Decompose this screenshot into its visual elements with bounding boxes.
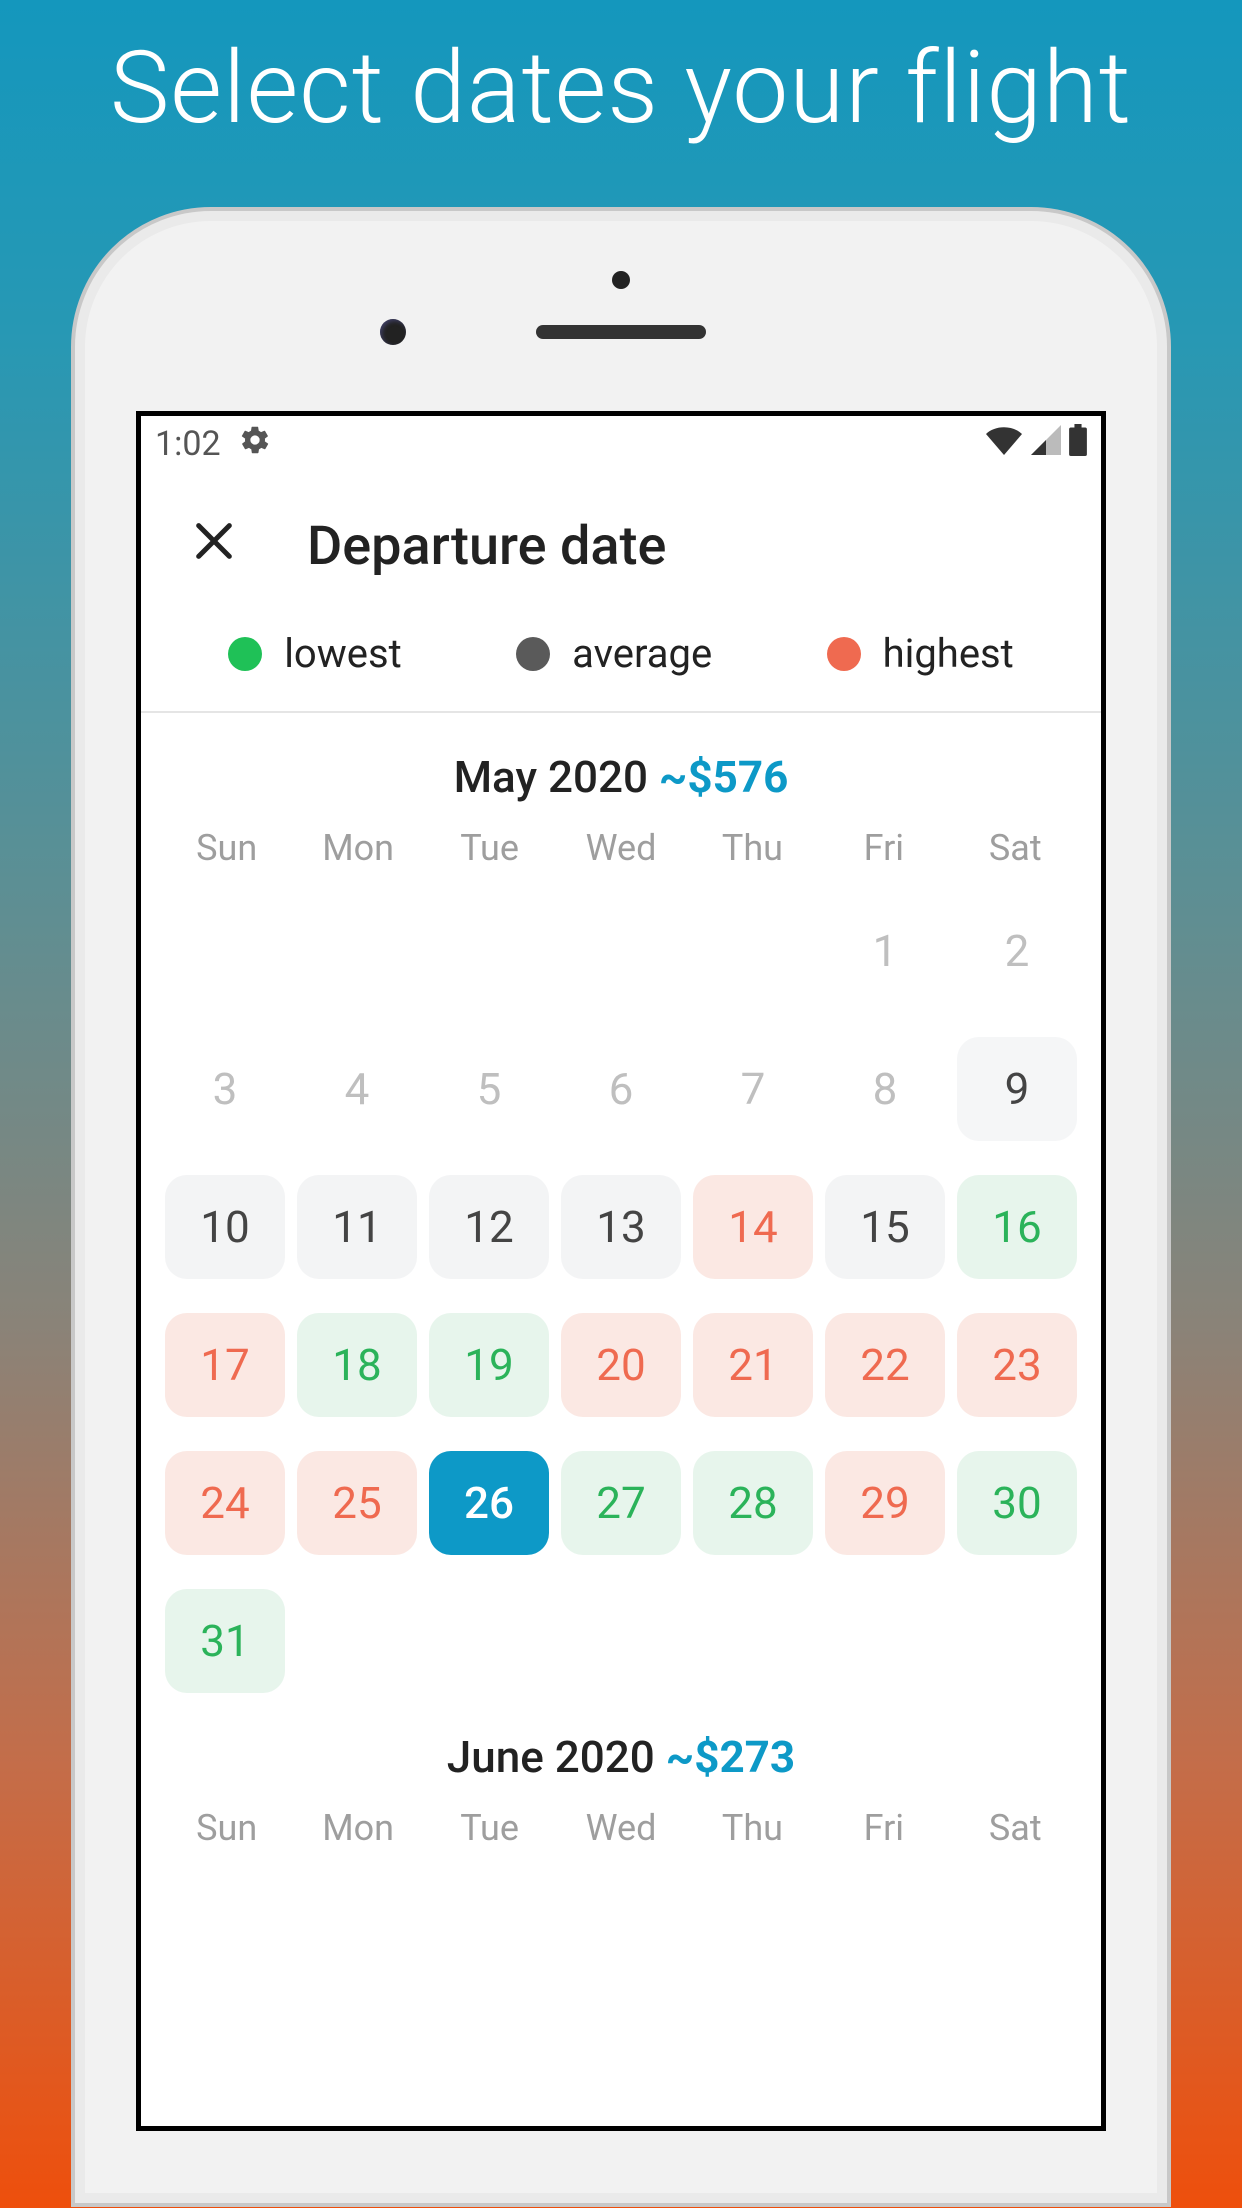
weekday-label: Wed [555, 1807, 686, 1849]
calendar-day[interactable]: 22 [825, 1313, 945, 1417]
weekday-label: Fri [818, 1807, 949, 1849]
front-camera-icon [380, 319, 406, 345]
weekday-label: Tue [424, 827, 555, 869]
legend-dot-lowest [228, 637, 262, 671]
app-header: Departure date [141, 472, 1101, 610]
weekday-label: Fri [818, 827, 949, 869]
weekday-label: Tue [424, 1807, 555, 1849]
month-price: ~$576 [659, 751, 789, 803]
page-title: Departure date [307, 515, 666, 578]
wifi-icon [985, 424, 1023, 464]
month-block: June 2020 ~$273 SunMonTueWedThuFriSat [141, 1693, 1101, 1849]
month-block: May 2020 ~$576SunMonTueWedThuFriSat12345… [141, 713, 1101, 1693]
legend-label-average: average [572, 630, 712, 677]
calendar-day[interactable]: 9 [957, 1037, 1077, 1141]
weekday-label: Thu [687, 827, 818, 869]
calendar-day[interactable]: 15 [825, 1175, 945, 1279]
weekday-label: Sat [950, 827, 1081, 869]
calendar-day[interactable]: 17 [165, 1313, 285, 1417]
status-time: 1:02 [155, 424, 221, 464]
legend-dot-average [516, 637, 550, 671]
weekday-label: Wed [555, 827, 686, 869]
legend-label-lowest: lowest [284, 630, 402, 677]
phone-frame: 1:02 [71, 207, 1171, 2207]
app-screen: 1:02 [136, 411, 1106, 2131]
legend-dot-highest [827, 637, 861, 671]
month-title: May 2020 ~$576 [161, 751, 1081, 803]
promo-headline: Select dates your flight [110, 30, 1132, 147]
calendar-day[interactable]: 8 [825, 1037, 945, 1141]
calendar-day[interactable]: 25 [297, 1451, 417, 1555]
legend-average: average [516, 630, 712, 677]
legend-lowest: lowest [228, 630, 402, 677]
calendar-day[interactable]: 18 [297, 1313, 417, 1417]
calendar-day[interactable]: 26 [429, 1451, 549, 1555]
weekday-label: Sat [950, 1807, 1081, 1849]
weekday-row: SunMonTueWedThuFriSat [161, 1807, 1081, 1849]
calendar-day[interactable]: 30 [957, 1451, 1077, 1555]
calendar-day[interactable]: 7 [693, 1037, 813, 1141]
calendar-day[interactable]: 14 [693, 1175, 813, 1279]
weekday-label: Sun [161, 1807, 292, 1849]
weekday-label: Sun [161, 827, 292, 869]
calendar-day[interactable]: 16 [957, 1175, 1077, 1279]
calendar-day[interactable]: 6 [561, 1037, 681, 1141]
phone-dot [612, 271, 630, 289]
calendar-day[interactable]: 3 [165, 1037, 285, 1141]
gear-icon [239, 424, 271, 465]
weekday-label: Mon [292, 1807, 423, 1849]
price-legend: lowest average highest [141, 610, 1101, 713]
calendar-day[interactable]: 23 [957, 1313, 1077, 1417]
earpiece-speaker [536, 325, 706, 339]
calendar-day[interactable]: 13 [561, 1175, 681, 1279]
calendar-day[interactable]: 12 [429, 1175, 549, 1279]
status-bar: 1:02 [141, 416, 1101, 472]
calendar-day[interactable]: 11 [297, 1175, 417, 1279]
calendar-day[interactable]: 31 [165, 1589, 285, 1693]
calendar-day[interactable]: 1 [825, 899, 945, 1003]
calendar-day[interactable]: 28 [693, 1451, 813, 1555]
calendar-day[interactable]: 19 [429, 1313, 549, 1417]
legend-highest: highest [827, 630, 1014, 677]
signal-icon [1031, 424, 1061, 464]
calendar-day[interactable]: 4 [297, 1037, 417, 1141]
battery-icon [1069, 424, 1087, 465]
weekday-row: SunMonTueWedThuFriSat [161, 827, 1081, 869]
calendar-day[interactable]: 2 [957, 899, 1077, 1003]
calendar-day[interactable]: 20 [561, 1313, 681, 1417]
month-price: ~$273 [666, 1731, 796, 1783]
legend-label-highest: highest [883, 630, 1014, 677]
calendar-day[interactable]: 29 [825, 1451, 945, 1555]
weekday-label: Thu [687, 1807, 818, 1849]
weekday-label: Mon [292, 827, 423, 869]
calendar-day[interactable]: 27 [561, 1451, 681, 1555]
close-button[interactable] [181, 512, 247, 580]
calendar-day[interactable]: 21 [693, 1313, 813, 1417]
calendar-day[interactable]: 24 [165, 1451, 285, 1555]
calendar-day[interactable]: 5 [429, 1037, 549, 1141]
calendar-day[interactable]: 10 [165, 1175, 285, 1279]
month-title: June 2020 ~$273 [161, 1731, 1081, 1783]
calendar-grid: 1234567891011121314151617181920212223242… [161, 899, 1081, 1693]
